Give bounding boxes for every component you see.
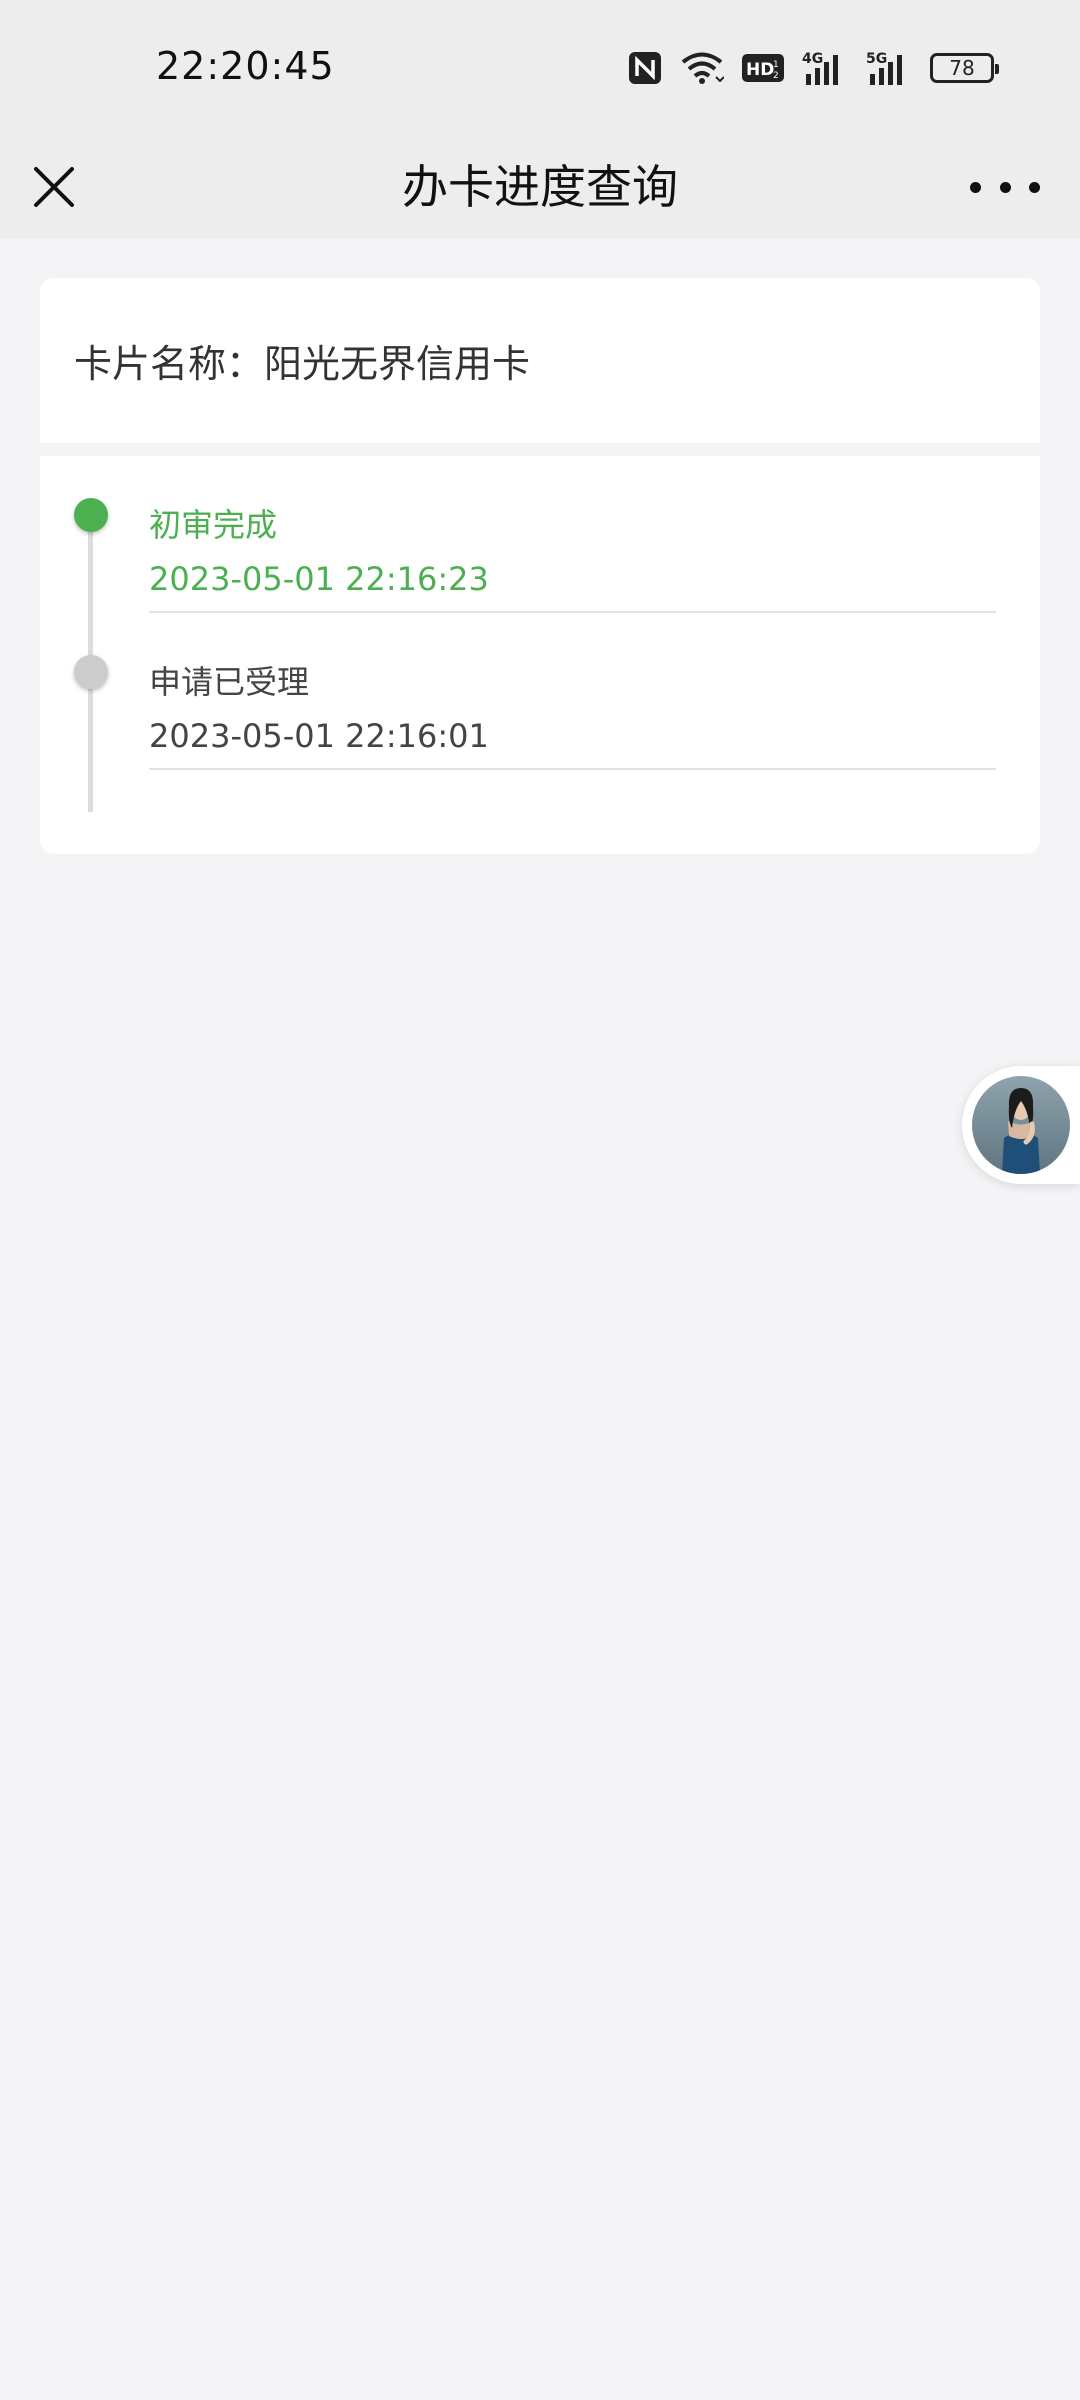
customer-service-avatar-button[interactable] <box>962 1066 1080 1184</box>
hd-icon: HD 1 2 <box>742 53 784 83</box>
step-title: 申请已受理 <box>149 663 310 701</box>
wifi-icon <box>680 51 724 85</box>
step-time: 2023-05-01 22:16:23 <box>149 560 489 598</box>
status-bar: 22:20:45 HD 1 2 4G 5G 78 <box>0 0 1080 135</box>
svg-text:2: 2 <box>773 71 779 81</box>
progress-timeline: 初审完成 2023-05-01 22:16:23 申请已受理 2023-05-0… <box>40 456 1040 854</box>
step-dot-done <box>74 655 108 689</box>
step-title: 初审完成 <box>149 506 278 544</box>
5g-signal-icon: 5G <box>866 50 912 86</box>
status-icons: HD 1 2 4G 5G 78 <box>628 48 999 88</box>
step-time: 2023-05-01 22:16:01 <box>149 717 489 755</box>
svg-text:5G: 5G <box>866 51 887 67</box>
status-time: 22:20:45 <box>156 44 335 88</box>
avatar <box>972 1076 1070 1174</box>
svg-text:4G: 4G <box>802 51 823 67</box>
card-name: 卡片名称：阳光无界信用卡 <box>40 278 1040 443</box>
nav-bar: 办卡进度查询 <box>0 135 1080 239</box>
nfc-icon <box>628 51 662 85</box>
svg-text:HD: HD <box>746 60 774 80</box>
battery-icon: 78 <box>930 53 999 83</box>
step-dot-active <box>74 498 108 532</box>
more-button[interactable] <box>970 159 1040 215</box>
page-title: 办卡进度查询 <box>402 160 678 214</box>
timeline-step: 申请已受理 2023-05-01 22:16:01 <box>40 613 1040 770</box>
more-icon <box>970 181 981 193</box>
4g-signal-icon: 4G <box>802 50 848 86</box>
timeline-step: 初审完成 2023-05-01 22:16:23 <box>40 456 1040 613</box>
svg-text:1: 1 <box>773 60 779 70</box>
